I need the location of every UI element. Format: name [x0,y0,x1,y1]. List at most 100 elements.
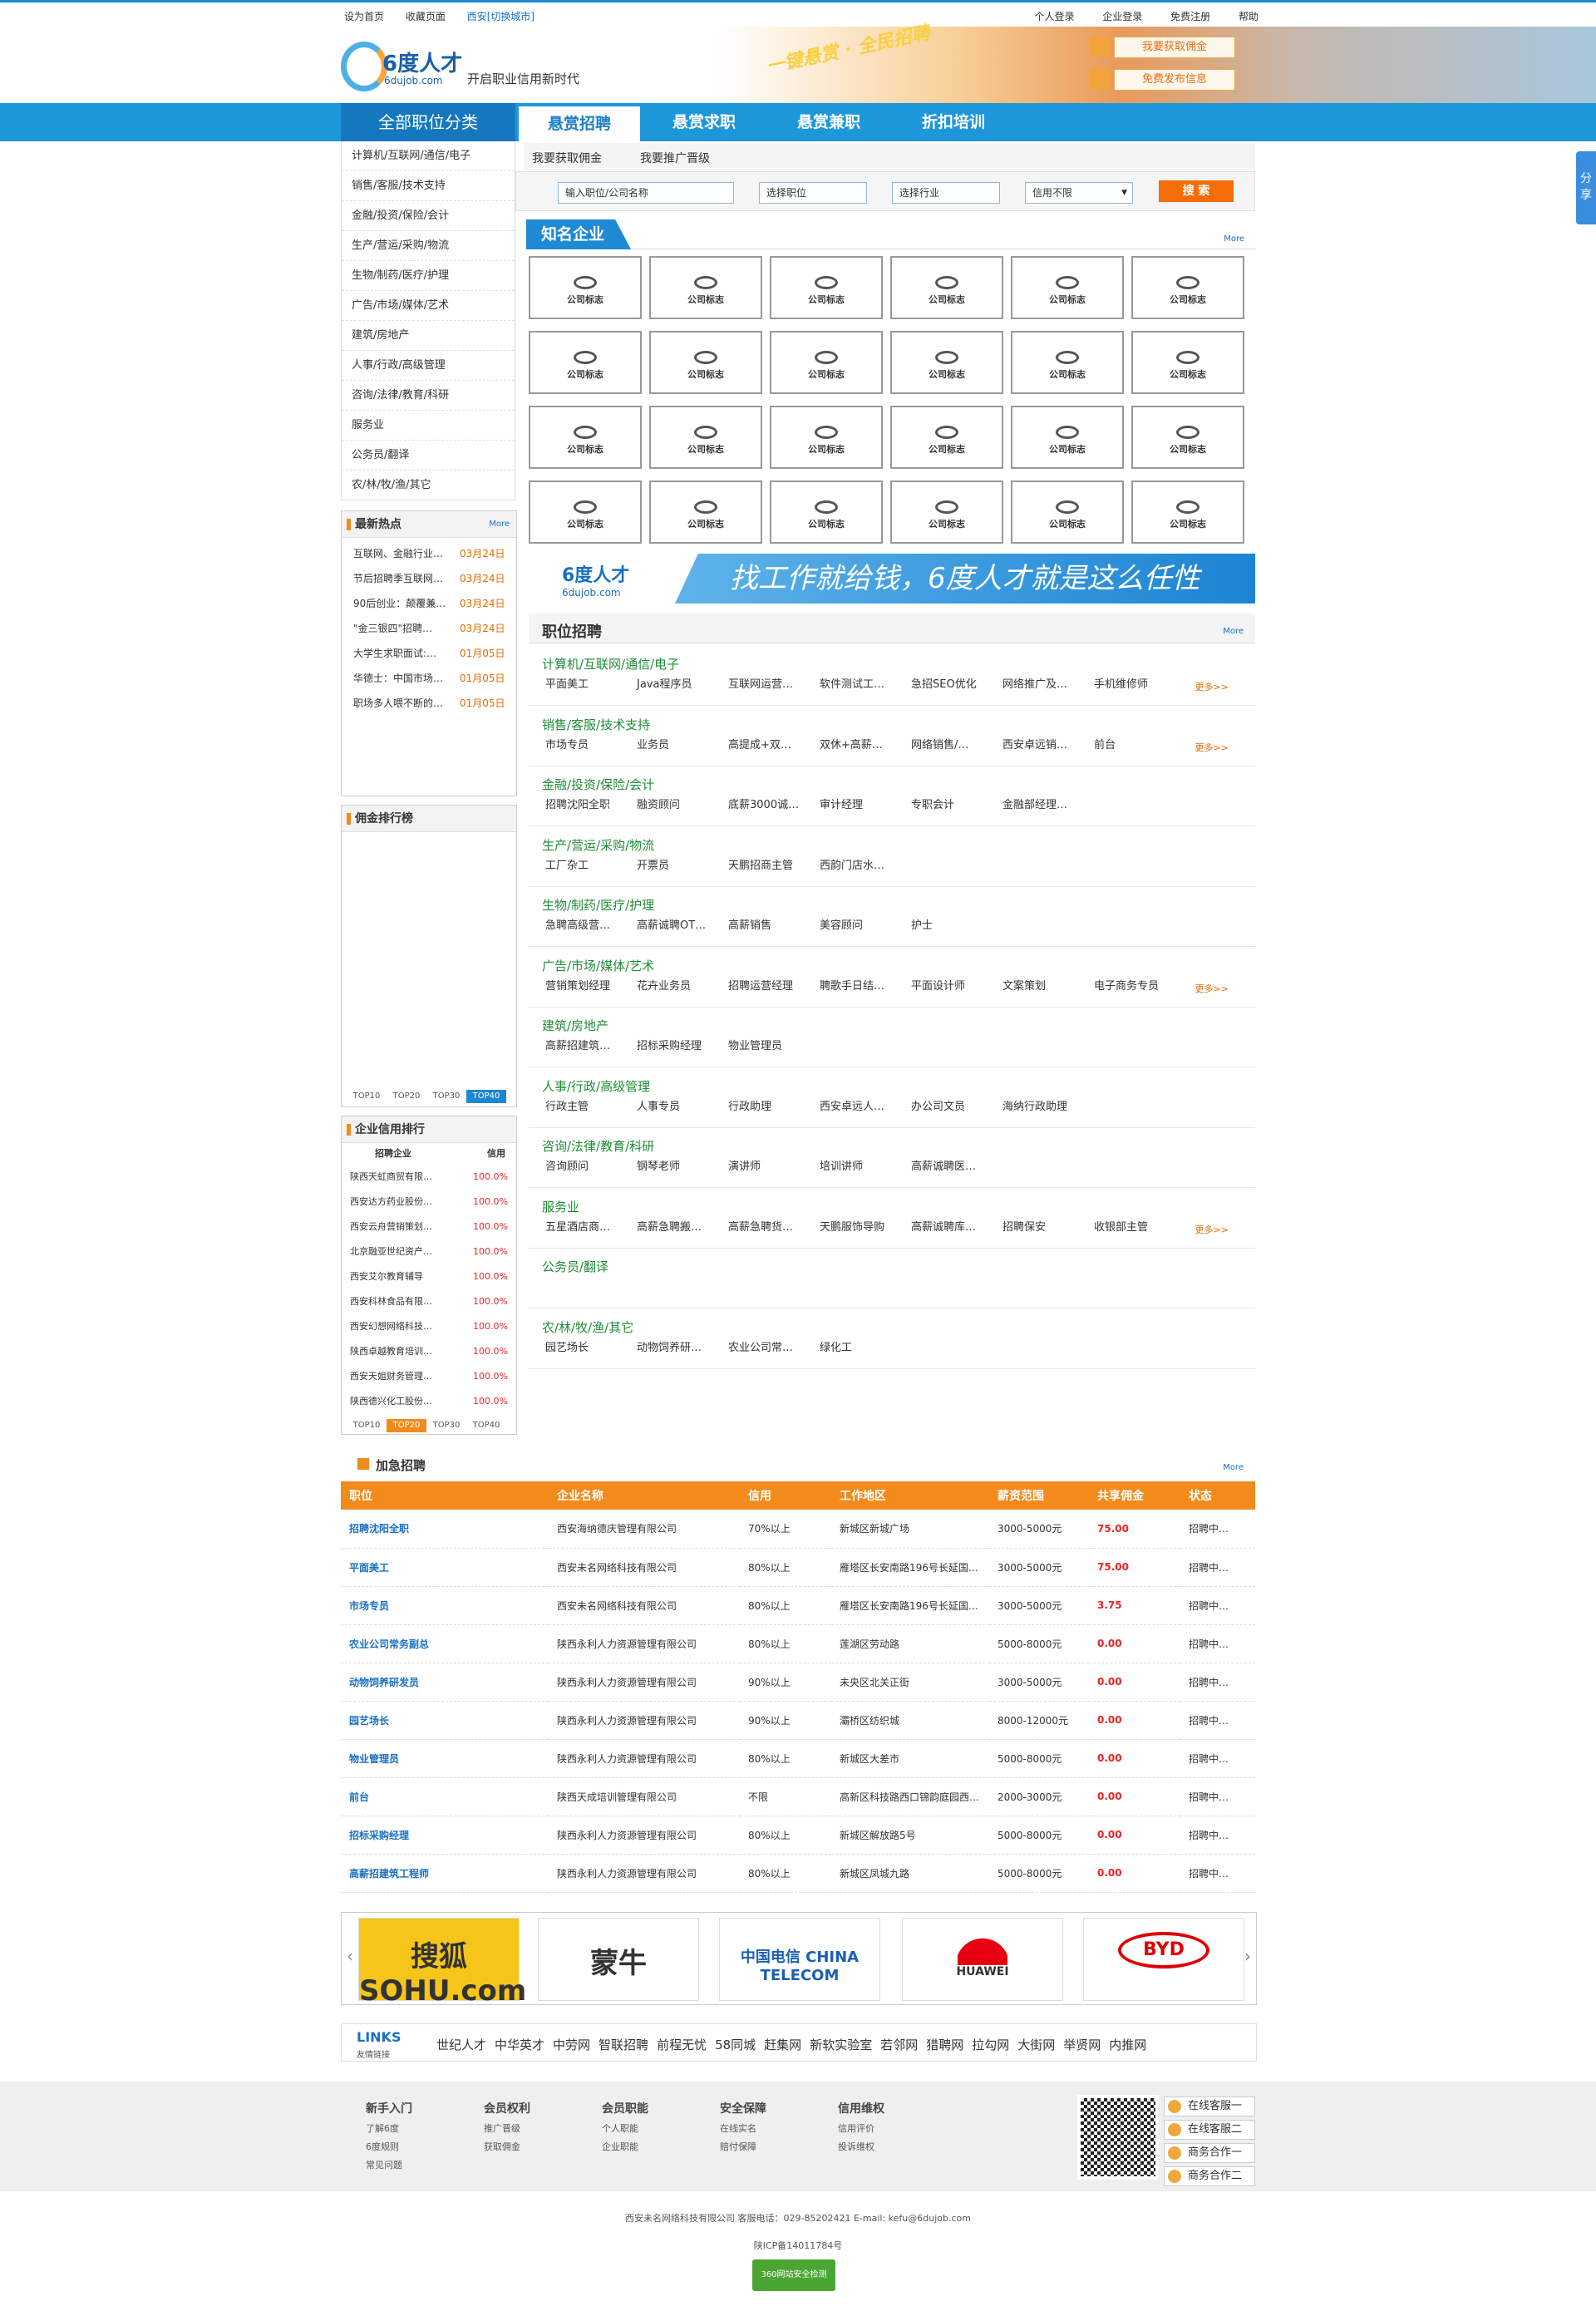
search-button[interactable]: 搜 索 [1159,180,1234,202]
hot-news-item[interactable]: 互联网、金融行业… 03月24日 [342,541,516,566]
friend-link[interactable]: 前程无忧 [657,2037,707,2052]
subtab-get-commission[interactable]: 我要获取佣金 [532,150,602,166]
bookmark-link[interactable]: 收藏页面 [406,11,446,22]
job-category-name[interactable]: 生物/制药/医疗/护理 [542,896,654,914]
job-item[interactable]: 金融部经理… [1002,796,1094,811]
job-item[interactable]: 钢琴老师 [637,1157,728,1173]
famous-more-link[interactable]: More [1224,234,1244,244]
company-logo-cell[interactable]: 公司标志 [649,256,762,319]
job-item[interactable]: 市场专员 [545,736,637,751]
job-item[interactable]: 演讲师 [728,1157,820,1173]
job-item[interactable]: 工厂杂工 [545,856,637,872]
tab-reward-jobseek[interactable]: 悬赏求职 [643,103,765,141]
hot-news-item[interactable]: "金三银四"招聘… 03月24日 [342,616,516,641]
friend-link[interactable]: 内推网 [1109,2037,1146,2052]
subtab-promote[interactable]: 我要推广晋级 [640,150,710,166]
job-item[interactable]: 收银部主管 [1094,1218,1185,1234]
footer-link[interactable]: 在线实名 [720,2120,836,2138]
job-item[interactable]: 手机维修师 [1094,675,1185,691]
job-item[interactable]: 网络销售/… [911,736,1002,751]
job-item[interactable]: 人事专员 [637,1097,728,1113]
job-item[interactable]: 行政主管 [545,1097,637,1113]
partner-byd[interactable]: BYD [1083,1918,1244,2001]
company-logo-cell[interactable]: 公司标志 [1131,331,1244,394]
share-button[interactable]: 分享 [1576,151,1596,224]
company-logo-cell[interactable]: 公司标志 [890,331,1003,394]
job-item[interactable]: 咨询顾问 [545,1157,637,1173]
job-item[interactable]: 招聘运营经理 [728,977,820,993]
footer-link[interactable]: 推广晋级 [484,2120,600,2138]
friend-link[interactable]: 新软实验室 [810,2037,872,2052]
category-item[interactable]: 公务员/翻译 [342,441,515,471]
friend-link[interactable]: 中华英才 [495,2037,544,2052]
hot-news-more-link[interactable]: More [489,511,510,538]
service-contact[interactable]: 商务合作二 [1164,2166,1255,2186]
category-item[interactable]: 销售/客服/技术支持 [342,171,515,201]
category-item[interactable]: 生物/制药/医疗/护理 [342,261,515,291]
company-logo-cell[interactable]: 公司标志 [1131,256,1244,319]
job-item[interactable]: 办公司文员 [911,1097,1002,1113]
job-item[interactable]: 前台 [1094,736,1185,751]
job-item[interactable]: 高薪急聘搬… [637,1218,728,1234]
tab-top40[interactable]: TOP40 [466,1419,506,1432]
job-item[interactable]: 高薪诚聘OT… [637,916,728,932]
job-category-name[interactable]: 农/林/牧/渔/其它 [542,1318,633,1336]
hot-news-item[interactable]: 华德士：中国市场… 01月05日 [342,666,516,691]
company-logo-cell[interactable]: 公司标志 [529,331,642,394]
partner-china-telecom[interactable]: 中国电信 CHINA TELECOM [719,1918,880,2001]
category-item[interactable]: 广告/市场/媒体/艺术 [342,291,515,321]
job-item[interactable]: 网络推广及… [1002,675,1094,691]
job-item[interactable]: 急聘高级营… [545,916,637,932]
job-category-name[interactable]: 公务员/翻译 [542,1258,608,1275]
category-item[interactable]: 人事/行政/高级管理 [342,351,515,381]
job-item[interactable]: 高薪急聘货… [728,1218,820,1234]
category-item[interactable]: 建筑/房地产 [342,321,515,351]
credit-rank-row[interactable]: 西安达方药业股份… 100.0% [342,1190,516,1215]
job-item[interactable]: 软件测试工… [820,675,911,691]
job-category-name[interactable]: 咨询/法律/教育/科研 [542,1137,654,1155]
job-item[interactable]: 五星酒店商… [545,1218,637,1234]
job-item[interactable]: Java程序员 [637,675,728,691]
company-logo-cell[interactable]: 公司标志 [529,256,642,319]
job-item[interactable]: 天鹏服饰导购 [820,1218,911,1234]
friend-link[interactable]: 世纪人才 [436,2037,486,2052]
hot-news-item[interactable]: 节后招聘季互联网… 03月24日 [342,566,516,591]
friend-link[interactable]: 赶集网 [764,2037,801,2052]
chevron-left-icon[interactable]: ‹ [347,1946,353,1966]
footer-link[interactable]: 企业职能 [602,2138,718,2156]
job-item[interactable]: 审计经理 [820,796,911,811]
footer-link[interactable]: 信用评价 [838,2120,954,2138]
industry-select[interactable]: 选择行业 [892,182,1000,204]
help-link[interactable]: 帮助 [1239,11,1259,22]
job-category-name[interactable]: 人事/行政/高级管理 [542,1077,650,1095]
job-item[interactable]: 培训讲师 [820,1157,911,1173]
job-category-more-link[interactable]: 更多>> [1195,741,1229,754]
company-logo-cell[interactable]: 公司标志 [1011,480,1124,544]
company-logo-cell[interactable]: 公司标志 [770,256,883,319]
job-category-name[interactable]: 建筑/房地产 [542,1017,608,1034]
job-item[interactable]: 互联网运营… [728,675,820,691]
job-category-more-link[interactable]: 更多>> [1195,1223,1229,1236]
urgent-job-link[interactable]: 前台 [341,1777,549,1816]
credit-rank-row[interactable]: 西安科林食品有限… 100.0% [342,1289,516,1314]
keyword-input[interactable]: 输入职位/公司名称 [558,182,734,204]
promo-banner[interactable]: 6度人才 6dujob.com 找工作就给钱，6度人才就是这么任性 [529,554,1255,604]
job-item[interactable]: 高薪销售 [728,916,820,932]
chevron-right-icon[interactable]: › [1244,1946,1251,1966]
company-logo-cell[interactable]: 公司标志 [649,480,762,544]
partner-sohu[interactable]: 搜狐 SOHU.com [358,1918,526,2008]
company-logo-cell[interactable]: 公司标志 [529,480,642,544]
company-logo-cell[interactable]: 公司标志 [890,256,1003,319]
job-item[interactable]: 开票员 [637,856,728,872]
job-item[interactable]: 动物饲养研… [637,1338,728,1354]
job-item[interactable]: 农业公司常… [728,1338,820,1354]
friend-link[interactable]: 猎聘网 [926,2037,963,2052]
job-category-name[interactable]: 计算机/互联网/通信/电子 [542,655,679,673]
job-item[interactable]: 招聘保安 [1002,1218,1094,1234]
company-logo-cell[interactable]: 公司标志 [649,331,762,394]
urgent-job-link[interactable]: 招标采购经理 [341,1816,549,1855]
get-commission-button[interactable]: 我要获取佣金 [1090,37,1235,58]
all-categories-tab[interactable]: 全部职位分类 [341,103,515,141]
friend-link[interactable]: 若邻网 [880,2037,918,2052]
footer-link[interactable]: 常见问题 [366,2156,482,2175]
